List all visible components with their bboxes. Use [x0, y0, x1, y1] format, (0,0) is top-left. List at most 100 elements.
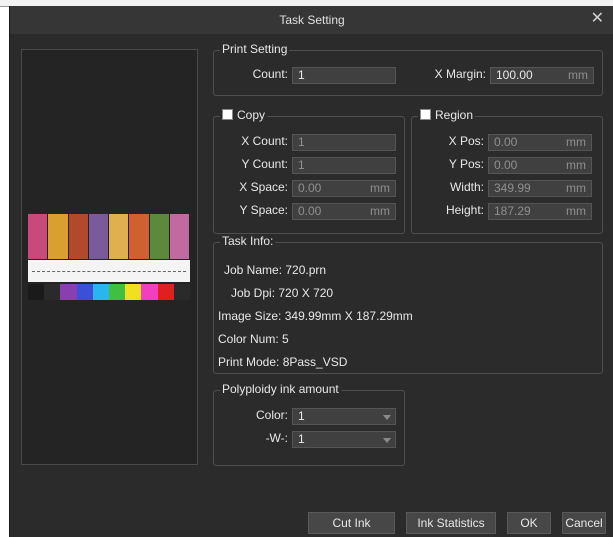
x-count-label: X Count: [241, 134, 288, 148]
chevron-down-icon [383, 438, 391, 443]
width-label: Width: [449, 180, 484, 194]
color-bar-swatch [44, 284, 61, 300]
region-title: Region [435, 108, 474, 122]
y-count-label: Y Count: [241, 157, 288, 171]
x-margin-value: 100.00 [496, 68, 533, 82]
x-pos-input[interactable]: 0.00 mm [488, 134, 592, 151]
copy-checkbox[interactable] [222, 109, 233, 120]
x-space-value: 0.00 [298, 181, 322, 195]
image-size-label: Image Size: [218, 309, 282, 323]
job-name-value: 720.prn [285, 263, 327, 277]
height-label: Height: [445, 203, 484, 217]
title-bar: Task Setting ✕ [10, 6, 613, 34]
color-label: Color: [255, 408, 288, 422]
preview-image-segment [149, 214, 170, 259]
color-bar-swatch [141, 284, 158, 300]
y-count-input[interactable]: 1 [292, 157, 396, 174]
x-count-value: 1 [298, 135, 305, 149]
chevron-down-icon [383, 415, 391, 420]
x-space-input[interactable]: 0.00 mm [292, 180, 396, 197]
preview-image-segment [68, 214, 89, 259]
preview-image-segment [109, 214, 130, 259]
x-margin-unit: mm [568, 68, 588, 82]
close-icon[interactable]: ✕ [591, 8, 604, 28]
color-bar-swatch [92, 284, 110, 300]
region-checkbox[interactable] [420, 109, 431, 120]
print-setting-group: Print Setting Count: 1 X Margin: 100.00 m… [213, 42, 603, 96]
width-input[interactable]: 349.99 mm [488, 180, 592, 197]
width-unit: mm [566, 181, 586, 195]
polyploidy-title: Polyploidy ink amount [220, 382, 341, 396]
copy-group: Copy X Count: 1 Y Count: 1 X Space: 0.00… [213, 108, 405, 234]
job-name-row: Job Name: 720.prn [224, 263, 326, 277]
task-info-group: Task Info: Job Name: 720.prn Job Dpi: 72… [213, 234, 603, 374]
height-unit: mm [566, 204, 586, 218]
w-select-value: 1 [298, 432, 305, 446]
color-num-row: Color Num: 5 [218, 332, 289, 346]
image-size-row: Image Size: 349.99mm X 187.29mm [218, 309, 413, 323]
copy-title: Copy [237, 108, 266, 122]
print-mode-row: Print Mode: 8Pass_VSD [218, 355, 347, 369]
task-setting-dialog: Task Setting ✕ Print Setting Count: 1 X … [9, 6, 613, 537]
color-bar-swatch [109, 284, 126, 300]
image-size-value: 349.99mm X 187.29mm [284, 309, 413, 323]
w-select[interactable]: 1 [292, 431, 396, 448]
cancel-button[interactable]: Cancel [562, 512, 606, 534]
x-space-unit: mm [370, 181, 390, 195]
count-input[interactable]: 1 [292, 67, 396, 84]
cut-ink-button[interactable]: Cut Ink [308, 512, 395, 534]
preview-image [28, 214, 190, 259]
color-bar-swatch [28, 284, 45, 300]
ok-button[interactable]: OK [507, 512, 551, 534]
print-mode-value: 8Pass_VSD [282, 355, 348, 369]
y-space-value: 0.00 [298, 204, 322, 218]
color-num-value: 5 [282, 332, 289, 346]
x-space-label: X Space: [239, 180, 288, 194]
job-dpi-label: Job Dpi: [231, 286, 276, 300]
preview-ruler-strip [28, 260, 190, 282]
y-space-unit: mm [370, 204, 390, 218]
preview-color-bars [28, 284, 191, 300]
x-margin-label: X Margin: [434, 67, 486, 81]
y-space-label: Y Space: [239, 203, 288, 217]
region-group-title: Region [418, 108, 476, 122]
y-pos-unit: mm [566, 158, 586, 172]
task-info-title: Task Info: [220, 234, 276, 248]
width-value: 349.99 [494, 181, 531, 195]
ink-statistics-button[interactable]: Ink Statistics [406, 512, 496, 534]
y-pos-label: Y Pos: [448, 157, 484, 171]
region-group: Region X Pos: 0.00 mm Y Pos: 0.00 mm Width… [411, 108, 603, 234]
color-bar-swatch [125, 284, 142, 300]
color-select[interactable]: 1 [292, 408, 396, 425]
x-count-input[interactable]: 1 [292, 134, 396, 151]
x-margin-input[interactable]: 100.00 mm [490, 67, 594, 84]
color-bar-swatch [173, 284, 191, 300]
copy-group-title: Copy [220, 108, 268, 122]
w-label: -W-: [265, 431, 288, 445]
print-mode-label: Print Mode: [218, 355, 280, 369]
polyploidy-group: Polyploidy ink amount Color: 1 -W-: 1 [213, 382, 405, 466]
job-dpi-value: 720 X 720 [278, 286, 334, 300]
y-space-input[interactable]: 0.00 mm [292, 203, 396, 220]
preview-image-segment [88, 214, 109, 259]
x-pos-unit: mm [566, 135, 586, 149]
job-dpi-row: Job Dpi: 720 X 720 [231, 286, 333, 300]
preview-image-segment [28, 214, 49, 259]
color-bar-swatch [60, 284, 77, 300]
window-title: Task Setting [279, 13, 345, 27]
count-value: 1 [298, 68, 305, 82]
height-value: 187.29 [494, 204, 531, 218]
y-pos-input[interactable]: 0.00 mm [488, 157, 592, 174]
preview-image-segment [48, 214, 69, 259]
preview-image-segment [129, 214, 150, 259]
color-select-value: 1 [298, 409, 305, 423]
print-preview [21, 49, 198, 465]
y-pos-value: 0.00 [494, 158, 518, 172]
x-pos-label: X Pos: [448, 134, 484, 148]
job-name-label: Job Name: [224, 263, 283, 277]
x-pos-value: 0.00 [494, 135, 518, 149]
color-bar-swatch [76, 284, 93, 300]
height-input[interactable]: 187.29 mm [488, 203, 592, 220]
count-label: Count: [252, 67, 288, 81]
color-bar-swatch [157, 284, 174, 300]
